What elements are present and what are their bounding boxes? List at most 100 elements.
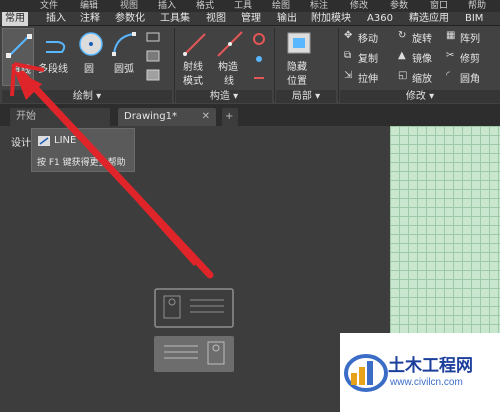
tab-manage[interactable]: 管理 (238, 12, 264, 26)
fillet-tool-label: 圆角 (460, 74, 480, 85)
point-icon[interactable] (252, 52, 266, 66)
menu-item-insert[interactable]: 插入 (158, 0, 176, 12)
xline-tool-label-2: 线 (224, 76, 234, 87)
mirror-tool-label: 镜像 (412, 54, 432, 65)
scale-tool-label: 缩放 (412, 74, 432, 85)
menu-item-draw[interactable]: 绘图 (272, 0, 290, 12)
tooltip-title: LINE (54, 135, 77, 146)
copy-tool-button[interactable]: ⧉ 复制 (344, 50, 394, 65)
circle-tool-label: 圆 (84, 64, 94, 75)
line-tool-button[interactable]: 直线 (2, 28, 34, 86)
tab-toolsets[interactable]: 工具集 (157, 12, 193, 26)
move-tool-label: 移动 (358, 34, 378, 45)
ray-tool-button[interactable]: 射线 模式 (180, 28, 210, 87)
isolate-tool-button[interactable]: 隐藏 位置 (282, 28, 316, 87)
rotate-icon: ↻ (398, 30, 407, 41)
tab-annotate[interactable]: 注释 (77, 12, 103, 26)
trim-icon: ✂ (446, 50, 455, 61)
line-tooltip: LINE 按 F1 键获得更多帮助 (31, 128, 135, 172)
menu-item-dimension[interactable]: 标注 (310, 0, 328, 12)
mirror-icon: ▲ (398, 50, 406, 61)
array-icon: ▦ (446, 30, 456, 41)
stretch-tool-button[interactable]: ⇲ 拉伸 (344, 70, 394, 85)
menu-bar: 文件 编辑 视图 插入 格式 工具 绘图 标注 修改 参数 窗口 帮助 (0, 0, 500, 12)
circle-icon (79, 32, 103, 56)
ribbon-tab-bar: 常用 插入 注释 参数化 工具集 视图 管理 输出 附加模块 A360 精选应用… (0, 12, 500, 38)
plus-icon: + (225, 111, 234, 122)
trim-tool-label: 修剪 (460, 54, 480, 65)
arc-icon (112, 32, 136, 56)
array-tool-button[interactable]: ▦ 阵列 (446, 30, 496, 45)
rotate-tool-label: 旋转 (412, 34, 432, 45)
menu-item-file[interactable]: 文件 (40, 0, 58, 12)
gradient-icon[interactable] (146, 69, 160, 81)
arc-tool-button[interactable]: 圆弧 (110, 28, 140, 84)
array-tool-label: 阵列 (460, 34, 480, 45)
scale-icon: ◱ (398, 70, 408, 81)
doc-tab-drawing1[interactable]: Drawing1* ✕ (118, 108, 216, 126)
isolate-tool-label-1: 隐藏 (287, 62, 307, 73)
document-tab-bar: 开始 Drawing1* ✕ + (0, 104, 500, 126)
menu-item-window[interactable]: 窗口 (430, 0, 448, 12)
menu-item-help[interactable]: 帮助 (468, 0, 486, 12)
tab-home[interactable]: 常用 (2, 12, 28, 26)
modify-panel-title-label: 修改 (405, 91, 426, 102)
draw-panel-title[interactable]: 绘制 ▾ (2, 90, 172, 103)
draw-panel-title-label: 绘制 (72, 91, 93, 102)
copy-icon: ⧉ (344, 50, 352, 61)
rotate-tool-button[interactable]: ↻ 旋转 (398, 30, 442, 45)
tab-parametric[interactable]: 参数化 (112, 12, 148, 26)
panel-divider (338, 28, 339, 102)
fillet-icon: ◜ (446, 70, 450, 81)
xline-tool-label-1: 构造 (218, 62, 238, 73)
tab-featured-apps[interactable]: 精选应用 (406, 12, 452, 26)
settings-gear-icon[interactable] (252, 32, 266, 46)
drawing-grid[interactable] (390, 126, 500, 338)
menu-item-view[interactable]: 视图 (120, 0, 138, 12)
tab-addins[interactable]: 附加模块 (308, 12, 354, 26)
line-icon (6, 34, 32, 58)
site-watermark: 土木工程网 www.civilcn.com (340, 333, 500, 412)
tooltip-hint: 按 F1 键获得更多帮助 (37, 158, 126, 168)
new-tab-button[interactable]: + (222, 108, 238, 126)
arc-tool-label: 圆弧 (114, 64, 134, 75)
menu-item-param[interactable]: 参数 (390, 0, 408, 12)
divide-icon[interactable] (252, 71, 266, 85)
rectangle-icon[interactable] (146, 32, 160, 42)
menu-item-format[interactable]: 格式 (196, 0, 214, 12)
menu-item-modify[interactable]: 修改 (350, 0, 368, 12)
polyline-tool-button[interactable]: 多段线 (38, 28, 74, 84)
isolate-tool-label-2: 位置 (287, 76, 307, 87)
menu-item-edit[interactable]: 编辑 (80, 0, 98, 12)
tab-view[interactable]: 视图 (203, 12, 229, 26)
move-icon: ✥ (344, 30, 353, 41)
watermark-url: www.civilcn.com (390, 377, 463, 388)
logo-icon (344, 354, 388, 392)
hatch-icon[interactable] (146, 50, 160, 62)
xline-tool-button[interactable]: 构造 线 (215, 28, 245, 87)
doc-tab-start[interactable]: 开始 (10, 108, 110, 126)
move-tool-button[interactable]: ✥ 移动 (344, 30, 394, 45)
polyline-tool-label: 多段线 (38, 64, 68, 75)
tab-bim360[interactable]: BIM 360 (462, 12, 500, 38)
close-icon[interactable]: ✕ (202, 108, 210, 126)
scale-tool-button[interactable]: ◱ 缩放 (398, 70, 442, 85)
tab-output[interactable]: 输出 (274, 12, 300, 26)
tab-insert[interactable]: 插入 (43, 12, 69, 26)
layers-panel-title[interactable]: 局部 ▾ (276, 90, 336, 103)
empty-design-icon (154, 288, 234, 372)
stretch-tool-label: 拉伸 (358, 74, 378, 85)
isolate-icon (287, 32, 311, 54)
fillet-tool-button[interactable]: ◜ 圆角 (446, 70, 496, 85)
menu-item-tools[interactable]: 工具 (234, 0, 252, 12)
modify-panel-title[interactable]: 修改 ▾ (340, 90, 500, 103)
panel-divider (274, 28, 275, 102)
ray-icon (183, 33, 206, 56)
copy-tool-label: 复制 (358, 54, 378, 65)
tab-a360[interactable]: A360 (364, 12, 396, 26)
mirror-tool-button[interactable]: ▲ 镜像 (398, 50, 442, 65)
circle-tool-button[interactable]: 圆 (76, 28, 106, 84)
doc-tab-drawing1-label: Drawing1* (124, 111, 177, 122)
trim-tool-button[interactable]: ✂ 修剪 (446, 50, 496, 65)
construct-panel-title[interactable]: 构造 ▾ (176, 90, 272, 103)
